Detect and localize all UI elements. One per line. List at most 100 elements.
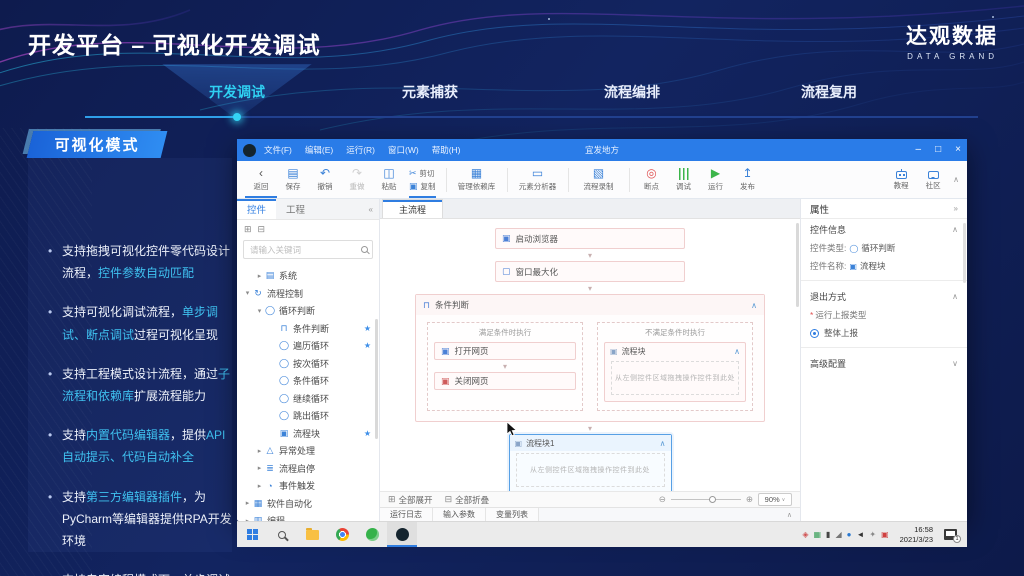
save-button[interactable]: ▤ 保存 bbox=[277, 162, 309, 198]
collapse-chevron-icon[interactable]: ∧ bbox=[660, 439, 666, 448]
tray-icon-3[interactable]: ▮ bbox=[826, 531, 830, 539]
tray-icon-4[interactable]: ◢ bbox=[835, 531, 841, 539]
tree-item-flow-control[interactable]: ▾↻流程控制 bbox=[237, 285, 379, 303]
expander-icon[interactable]: ▾ bbox=[243, 289, 252, 297]
section-exit-mode[interactable]: 退出方式 ∧ bbox=[801, 286, 967, 306]
community-button[interactable]: 社区 bbox=[917, 162, 949, 198]
expander-icon[interactable]: ▸ bbox=[255, 482, 264, 490]
expand-all-icon[interactable]: ⊞ bbox=[244, 224, 252, 235]
tab-controls[interactable]: 控件 bbox=[237, 199, 276, 219]
tree-item-break-loop[interactable]: ◯跳出循环 bbox=[237, 407, 379, 425]
breakpoint-button[interactable]: ◎ 断点 bbox=[636, 162, 668, 198]
tree-item-while-loop[interactable]: ◯条件循环 bbox=[237, 372, 379, 390]
slide-tab-element-capture[interactable]: 元素捕获 bbox=[402, 82, 458, 102]
tree-item-count-loop[interactable]: ◯按次循环 bbox=[237, 355, 379, 373]
tray-volume-icon[interactable]: ◄ bbox=[856, 531, 864, 539]
tab-main-flow[interactable]: 主流程 bbox=[382, 199, 443, 218]
collapse-all-button[interactable]: ⊟全部折叠 bbox=[445, 494, 490, 506]
start-button[interactable] bbox=[237, 522, 267, 547]
manage-deps-button[interactable]: ▦ 管理依赖库 bbox=[453, 162, 501, 198]
tray-icon-1[interactable]: ◈ bbox=[802, 531, 808, 539]
publish-button[interactable]: ↥ 发布 bbox=[732, 162, 764, 198]
node-flow-block[interactable]: ▣ 流程块 ∧ 从左侧控件区域拖拽操作控件到此处 bbox=[604, 342, 746, 402]
drop-zone[interactable]: 从左侧控件区域拖拽操作控件到此处 bbox=[516, 453, 665, 487]
debug-button[interactable]: 调试 bbox=[668, 162, 700, 198]
toolbar-collapse-icon[interactable]: ∧ bbox=[953, 175, 959, 184]
panel-collapse-icon[interactable]: « bbox=[369, 199, 379, 219]
tree-item-foreach-loop[interactable]: ◯遍历循环★ bbox=[237, 337, 379, 355]
expander-icon[interactable]: ▸ bbox=[243, 499, 252, 507]
chrome-button[interactable] bbox=[327, 522, 357, 547]
zoom-slider-knob[interactable] bbox=[709, 496, 716, 503]
condition-header[interactable]: ⊓ 条件判断 ∧ bbox=[416, 295, 764, 315]
expander-icon[interactable]: ▸ bbox=[255, 272, 264, 280]
collapse-all-icon[interactable]: ⊟ bbox=[258, 224, 266, 235]
expand-all-button[interactable]: ⊞全部展开 bbox=[388, 494, 433, 506]
collapse-chevron-icon[interactable]: ∧ bbox=[734, 347, 740, 356]
zoom-level-select[interactable]: 90%∨ bbox=[758, 493, 792, 506]
drop-zone[interactable]: 从左侧控件区域拖拽操作控件到此处 bbox=[611, 361, 739, 395]
tree-item-flow-startstop[interactable]: ▸≣流程启停 bbox=[237, 460, 379, 478]
radio-whole-report[interactable]: 整体上报 bbox=[801, 324, 967, 342]
close-icon[interactable]: × bbox=[955, 145, 961, 155]
tutorial-button[interactable]: 教程 bbox=[885, 162, 917, 198]
flow-block-header[interactable]: ▣ 流程块1 ∧ bbox=[510, 435, 671, 451]
tree-item-system[interactable]: ▸▤系统 bbox=[237, 267, 379, 285]
tree-item-condition[interactable]: ⊓条件判断★ bbox=[237, 320, 379, 338]
node-start-browser[interactable]: ▣启动浏览器 bbox=[495, 228, 685, 249]
paste-button[interactable]: ◫ 粘贴 bbox=[373, 162, 405, 198]
collapse-chevron-icon[interactable]: ∧ bbox=[751, 301, 757, 310]
tray-bluetooth-icon[interactable]: ● bbox=[847, 531, 852, 539]
search-icon[interactable] bbox=[361, 246, 368, 253]
run-button[interactable]: ▶ 运行 bbox=[700, 162, 732, 198]
tab-run-log[interactable]: 运行日志 bbox=[380, 508, 433, 521]
tree-item-flow-block[interactable]: ▣流程块★ bbox=[237, 425, 379, 443]
slide-tab-flow-reuse[interactable]: 流程复用 bbox=[801, 82, 857, 102]
expander-icon[interactable]: ▾ bbox=[255, 307, 264, 315]
expander-icon[interactable]: ▸ bbox=[255, 464, 264, 472]
radio-selected-icon[interactable] bbox=[810, 329, 819, 338]
notification-center-icon[interactable]: 1 bbox=[944, 529, 957, 540]
tree-item-programming[interactable]: ▸▥编程 bbox=[237, 512, 379, 521]
tray-security-icon[interactable]: ▣ bbox=[881, 531, 889, 539]
tab-variable-list[interactable]: 变量列表 bbox=[486, 508, 539, 521]
menu-help[interactable]: 帮助(H) bbox=[432, 144, 461, 156]
tab-input-params[interactable]: 输入参数 bbox=[433, 508, 486, 521]
node-flow-block-1-selected[interactable]: ▣ 流程块1 ∧ 从左侧控件区域拖拽操作控件到此处 bbox=[509, 434, 672, 491]
tray-icon-2[interactable]: ▦ bbox=[813, 531, 821, 539]
menu-run[interactable]: 运行(R) bbox=[346, 144, 375, 156]
canvas-scrollbar[interactable] bbox=[796, 223, 799, 307]
panel-expand-icon[interactable]: ∧ bbox=[787, 508, 800, 521]
node-open-page[interactable]: ▣打开网页 bbox=[434, 342, 576, 360]
flow-block-header[interactable]: ▣ 流程块 ∧ bbox=[605, 343, 745, 359]
maximize-icon[interactable]: □ bbox=[935, 145, 941, 155]
section-advanced-config[interactable]: 高级配置 ∨ bbox=[801, 353, 967, 373]
zoom-slider[interactable] bbox=[671, 499, 741, 501]
taskbar-search-button[interactable] bbox=[267, 522, 297, 547]
search-input[interactable] bbox=[248, 244, 361, 256]
green-browser-button[interactable] bbox=[357, 522, 387, 547]
zoom-out-icon[interactable]: ⊖ bbox=[659, 494, 666, 505]
taskbar-clock[interactable]: 16:58 2021/3/23 bbox=[900, 525, 933, 545]
redo-button[interactable]: ↷ 重做 bbox=[341, 162, 373, 198]
copy-button[interactable]: ▣复制 bbox=[409, 181, 436, 192]
tree-item-exception[interactable]: ▸△异常处理 bbox=[237, 442, 379, 460]
tree-item-loop-judge[interactable]: ▾◯循环判断 bbox=[237, 302, 379, 320]
favorite-star-icon[interactable]: ★ bbox=[364, 429, 371, 438]
favorite-star-icon[interactable]: ★ bbox=[364, 324, 371, 333]
node-maximize-window[interactable]: ▢窗口最大化 bbox=[495, 261, 685, 282]
element-analyzer-button[interactable]: ▭ 元素分析器 bbox=[514, 162, 562, 198]
undo-button[interactable]: ↶ 撤销 bbox=[309, 162, 341, 198]
expander-icon[interactable]: ▸ bbox=[255, 447, 264, 455]
menu-window[interactable]: 窗口(W) bbox=[388, 144, 419, 156]
tree-item-software-automation[interactable]: ▸▦软件自动化 bbox=[237, 495, 379, 513]
tray-icon-7[interactable]: ✦ bbox=[869, 531, 876, 539]
section-control-info[interactable]: 控件信息 ∧ bbox=[801, 219, 967, 239]
panel-collapse-icon[interactable]: » bbox=[954, 204, 958, 213]
zoom-in-icon[interactable]: ⊕ bbox=[746, 494, 753, 505]
cut-button[interactable]: ✂剪切 bbox=[409, 168, 436, 179]
flow-record-button[interactable]: ▧ 流程录制 bbox=[575, 162, 623, 198]
file-explorer-button[interactable] bbox=[297, 522, 327, 547]
tree-item-continue-loop[interactable]: ◯继续循环 bbox=[237, 390, 379, 408]
slide-tab-dev-debug[interactable]: 开发调试 bbox=[209, 82, 265, 102]
